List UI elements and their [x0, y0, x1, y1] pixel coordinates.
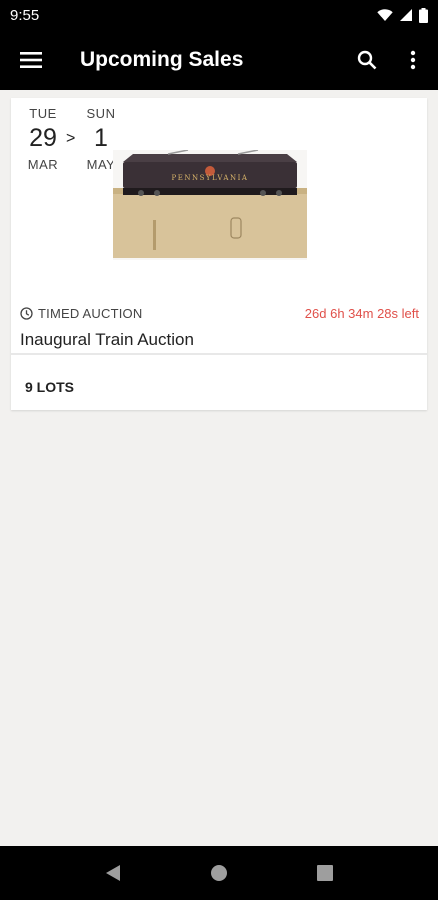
locomotive-lettering: PENNSYLVANIA — [172, 174, 249, 182]
auction-type-label: TIMED AUCTION — [38, 306, 143, 321]
auction-type: TIMED AUCTION — [20, 306, 142, 321]
status-icons — [377, 7, 428, 23]
page-title: Upcoming Sales — [80, 48, 244, 71]
clock-icon — [20, 307, 33, 320]
more-options-button[interactable] — [390, 30, 436, 90]
menu-button[interactable] — [0, 30, 62, 90]
more-vert-icon — [410, 50, 416, 70]
sale-card[interactable]: TUE 29 MAR > SUN 1 MAY PENNSYLVANIA TIME… — [11, 98, 427, 410]
start-day-of-week: TUE — [29, 106, 57, 121]
search-button[interactable] — [344, 30, 390, 90]
back-button[interactable] — [93, 853, 133, 893]
battery-icon — [419, 7, 428, 23]
start-month: MAR — [27, 157, 59, 172]
menu-icon — [20, 52, 42, 68]
countdown-timer: 26d 6h 34m 28s left — [304, 306, 419, 321]
back-icon — [106, 865, 120, 881]
recents-icon — [317, 865, 333, 881]
sale-title[interactable]: Inaugural Train Auction — [20, 330, 194, 350]
divider — [11, 353, 427, 355]
lots-count[interactable]: 9 LOTS — [25, 379, 74, 395]
wifi-icon — [377, 8, 393, 21]
date-arrow: > — [66, 130, 76, 147]
search-icon — [357, 50, 377, 70]
status-bar: 9:55 — [0, 0, 438, 30]
app-bar: Upcoming Sales — [0, 30, 438, 90]
home-icon — [211, 865, 227, 881]
end-day: 1 — [94, 124, 108, 152]
end-day-of-week: SUN — [86, 106, 116, 121]
lot-image: PENNSYLVANIA — [113, 150, 307, 260]
status-time: 9:55 — [10, 6, 40, 24]
signal-icon — [400, 9, 412, 21]
recents-button[interactable] — [305, 853, 345, 893]
system-nav-bar — [0, 846, 438, 900]
start-day: 29 — [29, 124, 57, 152]
start-date: TUE 29 MAR — [23, 106, 63, 172]
home-button[interactable] — [199, 853, 239, 893]
